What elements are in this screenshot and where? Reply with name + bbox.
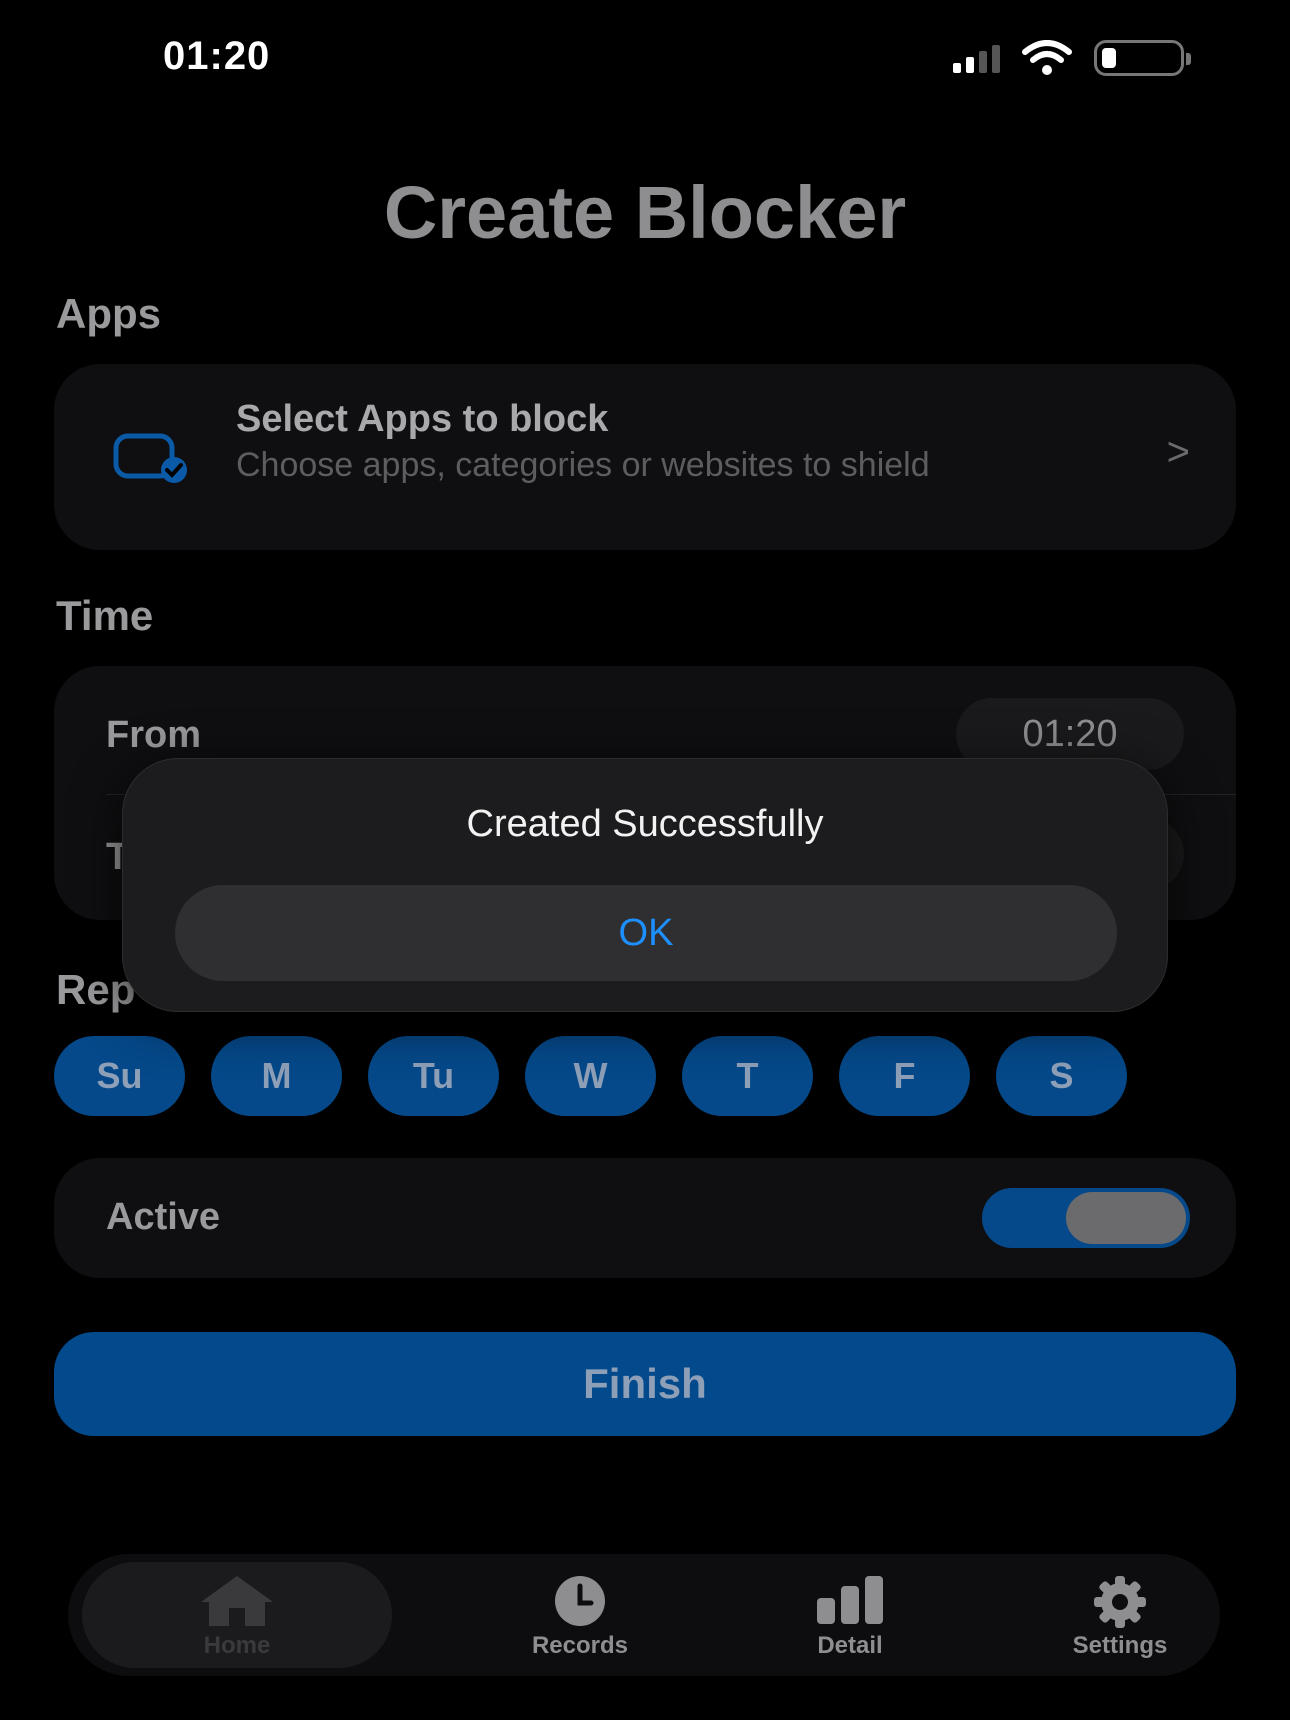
app-shield-check-icon <box>113 433 187 483</box>
active-toggle[interactable] <box>982 1188 1190 1248</box>
page-title: Create Blocker <box>383 171 907 254</box>
tab-records-label: Records <box>531 1632 629 1659</box>
create-blocker-screen: 01:20 Create Blocker Apps Select Apps to… <box>0 0 1290 1720</box>
tab-settings[interactable]: Settings <box>1000 1554 1240 1676</box>
status-icons <box>953 40 1191 76</box>
success-alert: Created Successfully OK <box>122 758 1168 1012</box>
status-time: 01:20 <box>163 34 271 78</box>
tab-detail[interactable]: Detail <box>730 1554 970 1676</box>
tab-detail-label: Detail <box>817 1632 883 1659</box>
battery-icon <box>1094 40 1191 76</box>
active-row: Active <box>54 1158 1236 1278</box>
gear-icon <box>1094 1576 1146 1628</box>
alert-title: Created Successfully <box>466 803 824 845</box>
finish-button[interactable]: Finish <box>54 1332 1236 1436</box>
bar-chart-icon <box>817 1576 883 1624</box>
tab-records[interactable]: Records <box>460 1554 700 1676</box>
cellular-signal-icon <box>953 43 1000 73</box>
ok-button[interactable]: OK <box>175 885 1117 981</box>
day-tuesday[interactable]: Tu <box>368 1036 499 1116</box>
day-sunday[interactable]: Su <box>54 1036 185 1116</box>
repeat-days: Su M Tu W T F S <box>54 1036 1127 1116</box>
apps-section-label: Apps <box>56 290 161 337</box>
day-thursday[interactable]: T <box>682 1036 813 1116</box>
tab-home-label: Home <box>203 1632 271 1659</box>
wifi-icon <box>1022 40 1072 75</box>
tab-home[interactable]: Home <box>82 1554 392 1676</box>
chevron-right-icon: > <box>1166 430 1190 474</box>
home-icon <box>201 1576 273 1626</box>
clock-icon <box>555 1576 605 1626</box>
tab-settings-label: Settings <box>1072 1632 1168 1659</box>
day-wednesday[interactable]: W <box>525 1036 656 1116</box>
time-section-label: Time <box>56 592 154 639</box>
day-friday[interactable]: F <box>839 1036 970 1116</box>
tab-bar: Home Records Detail Settings <box>68 1554 1220 1676</box>
day-monday[interactable]: M <box>211 1036 342 1116</box>
from-label: From <box>106 714 201 756</box>
repeat-section-label: Rep <box>56 966 136 1013</box>
select-apps-title: Select Apps to block <box>236 398 609 440</box>
select-apps-subtitle: Choose apps, categories or websites to s… <box>236 446 930 484</box>
select-apps-row[interactable]: Select Apps to block Choose apps, catego… <box>54 364 1236 550</box>
day-saturday[interactable]: S <box>996 1036 1127 1116</box>
active-label: Active <box>106 1196 221 1238</box>
